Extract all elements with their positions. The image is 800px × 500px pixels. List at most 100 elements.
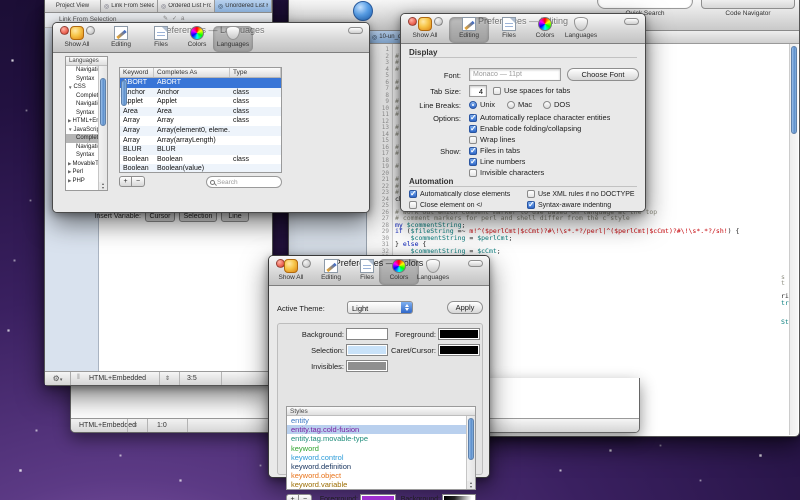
keyword-table-row[interactable]: BooleanBooleanclass — [120, 155, 281, 165]
language-mode[interactable]: HTML+Embedded — [89, 375, 146, 382]
style-row-keyword[interactable]: keyword — [287, 444, 475, 453]
radio-row[interactable]: Mac — [507, 100, 532, 109]
checkbox-row[interactable]: Automatically close elements — [409, 190, 525, 198]
toolbar-item-languages[interactable]: Languages — [561, 17, 601, 43]
toolbar-toggle-capsule[interactable] — [624, 18, 639, 25]
radio-mac[interactable] — [507, 101, 515, 109]
add-keyword-button[interactable]: + — [119, 176, 132, 187]
refresh-project-icon[interactable] — [353, 1, 373, 21]
scrollbar-thumb[interactable] — [100, 78, 106, 126]
checkbox-row[interactable]: Use spaces for tabs — [493, 86, 653, 95]
checkbox[interactable] — [409, 190, 417, 198]
toolbar-toggle-capsule[interactable] — [468, 260, 483, 267]
style-row-entity-tag-cold-fusion[interactable]: entity.tag.cold-fusion — [287, 425, 475, 434]
theme-popup[interactable]: Light — [347, 301, 413, 314]
toolbar-item-languages[interactable]: Languages — [213, 26, 253, 52]
keyword-table-row[interactable]: AppletAppletclass — [120, 97, 281, 107]
checkbox[interactable] — [469, 158, 477, 166]
style-row-entity-tag-movable-type[interactable]: entity.tag.movable-type — [287, 434, 475, 443]
checkbox[interactable] — [469, 125, 477, 133]
style-row-keyword-variable[interactable]: keyword.variable — [287, 480, 475, 489]
tab-size-field[interactable]: 4 — [469, 85, 487, 97]
checkbox[interactable] — [469, 169, 477, 177]
checkbox[interactable] — [409, 201, 417, 209]
font-field[interactable]: Monaco — 11pt — [469, 68, 561, 81]
code-line[interactable]: t all lines. If it is commented, remove … — [781, 280, 789, 287]
code-line[interactable]: $commentString = $cCmt; — [395, 248, 501, 255]
checkbox[interactable] — [469, 136, 477, 144]
disclosure-triangle[interactable]: ▼ — [68, 127, 72, 132]
checkbox-row[interactable]: Wrap lines — [469, 135, 629, 144]
scrollbar-thumb[interactable] — [468, 418, 474, 460]
color-well-invisibles[interactable] — [346, 360, 388, 372]
toolbar-item-editing[interactable]: Editing — [311, 259, 351, 285]
checkbox[interactable] — [527, 190, 535, 198]
disclosure-triangle[interactable]: ▶ — [68, 178, 71, 184]
checkbox[interactable] — [469, 114, 477, 122]
toolbar-item-files[interactable]: Files — [489, 17, 529, 43]
disclosure-triangle[interactable]: ▼ — [68, 85, 72, 90]
keyword-table-row[interactable]: ArrayArray(element0, eleme… — [120, 126, 281, 136]
keyword-table-row[interactable]: ABORTABORT — [120, 78, 281, 88]
checkbox[interactable] — [493, 87, 501, 95]
style-row-keyword-object[interactable]: keyword.object — [287, 471, 475, 480]
checkbox-row[interactable]: Syntax-aware indenting — [527, 201, 641, 209]
radio-row[interactable]: DOS — [543, 100, 570, 109]
apply-button[interactable]: Apply — [447, 301, 483, 314]
document-tab[interactable]: ◎Link From Selection — [101, 0, 158, 12]
keyword-table-row[interactable]: AnchorAnchorclass — [120, 88, 281, 98]
remove-keyword-button[interactable]: − — [132, 176, 145, 187]
keyword-table-row[interactable]: BLURBLUR — [120, 145, 281, 155]
toolbar-item-show-all[interactable]: Show All — [405, 17, 445, 43]
style-row-keyword-control[interactable]: keyword.control — [287, 453, 475, 462]
keyword-table-row[interactable]: AreaAreaclass — [120, 107, 281, 117]
toolbar-item-show-all[interactable]: Show All — [271, 259, 311, 285]
disclosure-triangle[interactable]: ▶ — [68, 161, 71, 167]
gear-menu[interactable]: ⚙▾ — [45, 372, 71, 385]
toolbar-item-editing[interactable]: Editing — [101, 26, 141, 52]
scroll-arrows[interactable]: ▴▾ — [98, 182, 107, 190]
quick-search-input[interactable] — [597, 0, 693, 9]
style-row-quotes[interactable]: quotes — [287, 490, 475, 491]
table-scrollbar-thumb[interactable] — [121, 80, 127, 106]
toolbar-item-show-all[interactable]: Show All — [57, 26, 97, 52]
checkbox-row[interactable]: Use XML rules if no DOCTYPE — [527, 190, 641, 198]
radio-row[interactable]: Unix — [469, 100, 495, 109]
code-line[interactable]: # — [395, 111, 399, 118]
scrollbar-thumb[interactable] — [791, 46, 797, 134]
mode-stepper-icon[interactable]: ⇕ — [165, 375, 170, 382]
style-background-well[interactable] — [442, 494, 476, 500]
radio-unix[interactable] — [469, 101, 477, 109]
document-tab[interactable]: ◎Ordered List Fro… — [158, 0, 215, 12]
disclosure-triangle[interactable]: ▶ — [68, 118, 71, 124]
code-line[interactable]: String/gm; — [781, 319, 789, 326]
checkbox-row[interactable]: Line numbers — [469, 157, 629, 166]
code-line[interactable]: # — [395, 163, 399, 170]
column-header-completes-as[interactable]: Completes As — [154, 68, 230, 77]
code-navigator-popup[interactable] — [701, 0, 795, 9]
toolbar-toggle-capsule[interactable] — [348, 27, 363, 34]
code-line[interactable]: tring//gm; — [781, 300, 789, 307]
color-well-caretcursor[interactable] — [438, 344, 480, 356]
column-header-type[interactable]: Type — [230, 68, 281, 77]
toolbar-item-colors[interactable]: Colors — [177, 26, 217, 52]
code-line[interactable]: # — [395, 150, 399, 157]
checkbox[interactable] — [527, 201, 535, 209]
style-foreground-well[interactable] — [360, 494, 396, 500]
radio-dos[interactable] — [543, 101, 551, 109]
checkbox-row[interactable]: Files in tabs — [469, 146, 629, 155]
add-style-button[interactable]: + — [286, 494, 299, 500]
toolbar-item-languages[interactable]: Languages — [413, 259, 453, 285]
checkbox-row[interactable]: Invisible characters — [469, 168, 629, 177]
style-row-entity[interactable]: entity — [287, 416, 475, 425]
code-line[interactable]: # — [395, 66, 399, 73]
code-line[interactable]: # — [395, 131, 399, 138]
checkbox-row[interactable]: Automatically replace character entities — [469, 113, 629, 122]
keyword-table-row[interactable]: BooleanBoolean(value) — [120, 164, 281, 173]
column-header-keyword[interactable]: Keyword — [120, 68, 154, 77]
disclosure-triangle[interactable]: ▶ — [68, 169, 71, 175]
color-well-foreground[interactable] — [438, 328, 480, 340]
keyword-table-row[interactable]: ArrayArrayclass — [120, 116, 281, 126]
splitter-dots[interactable]: ‖ — [77, 374, 80, 381]
code-line[interactable]: # — [395, 85, 399, 92]
